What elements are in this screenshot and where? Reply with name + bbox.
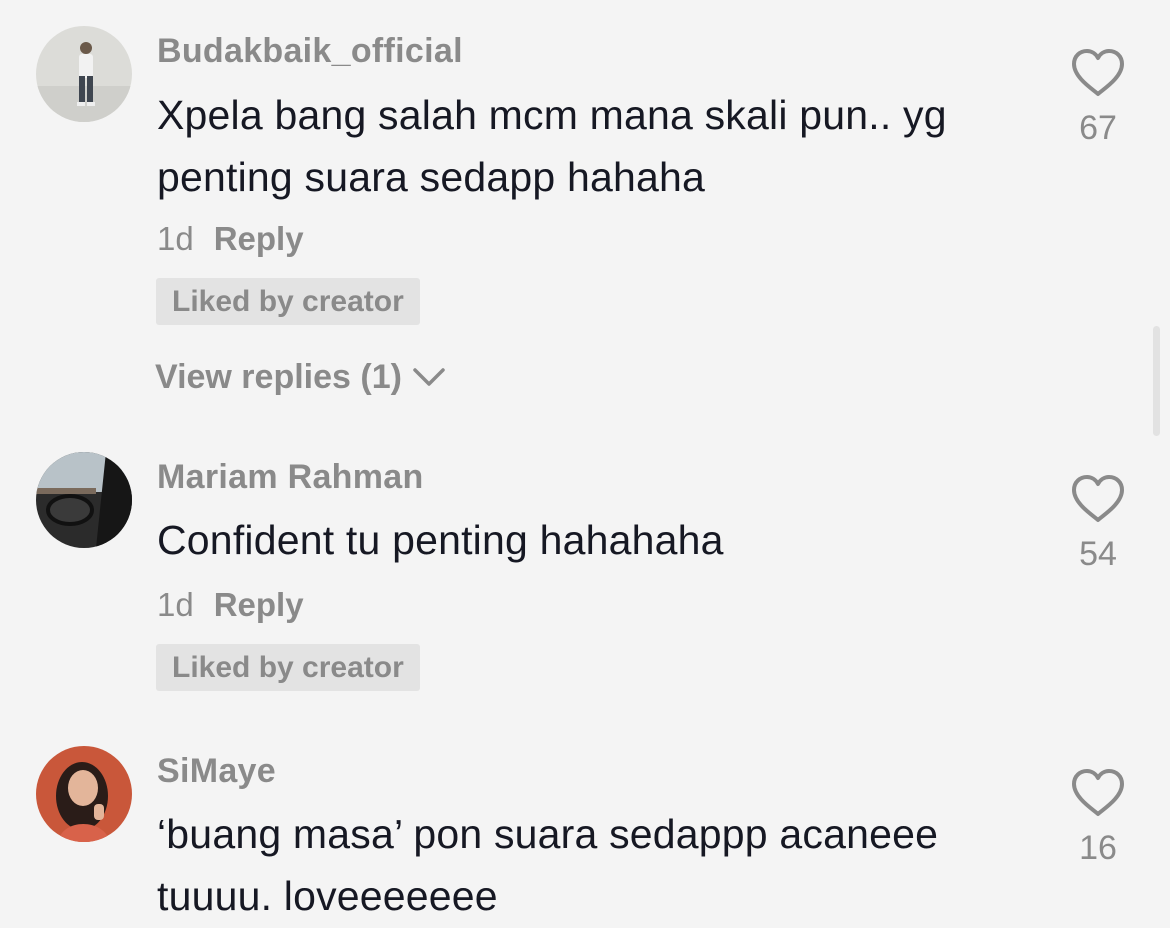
like-button[interactable]: 16 bbox=[1068, 768, 1128, 868]
avatar[interactable] bbox=[36, 452, 132, 548]
avatar[interactable] bbox=[36, 26, 132, 122]
comment-meta: 1d Reply bbox=[157, 586, 304, 624]
reply-button[interactable]: Reply bbox=[214, 220, 304, 257]
like-button[interactable]: 54 bbox=[1068, 474, 1128, 574]
liked-by-creator-badge: Liked by creator bbox=[156, 278, 420, 325]
view-replies-button[interactable]: View replies (1) bbox=[155, 358, 446, 397]
heart-icon bbox=[1070, 769, 1126, 822]
comment-time: 1d bbox=[157, 586, 194, 623]
heart-icon bbox=[1070, 49, 1126, 102]
comment-username[interactable]: Mariam Rahman bbox=[157, 458, 424, 497]
comment-meta: 1d Reply bbox=[157, 220, 304, 258]
comment-text: Xpela bang salah mcm mana skali pun.. yg… bbox=[157, 92, 947, 200]
view-replies-label: View replies (1) bbox=[155, 358, 402, 396]
like-count: 54 bbox=[1079, 535, 1117, 573]
like-count: 67 bbox=[1079, 109, 1117, 147]
liked-by-creator-badge: Liked by creator bbox=[156, 644, 420, 691]
scrollbar[interactable] bbox=[1153, 326, 1160, 436]
comment-text: Confident tu penting hahahaha bbox=[157, 517, 724, 563]
like-button[interactable]: 67 bbox=[1068, 48, 1128, 148]
comment-time: 1d bbox=[157, 220, 194, 257]
comment-text: ‘buang masa’ pon suara sedappp acaneee t… bbox=[157, 811, 939, 919]
chevron-down-icon bbox=[412, 358, 446, 397]
heart-icon bbox=[1070, 475, 1126, 528]
reply-button[interactable]: Reply bbox=[214, 586, 304, 623]
avatar[interactable] bbox=[36, 746, 132, 842]
comment-username[interactable]: Budakbaik_official bbox=[157, 32, 463, 71]
comment-username[interactable]: SiMaye bbox=[157, 752, 276, 791]
like-count: 16 bbox=[1079, 829, 1117, 867]
